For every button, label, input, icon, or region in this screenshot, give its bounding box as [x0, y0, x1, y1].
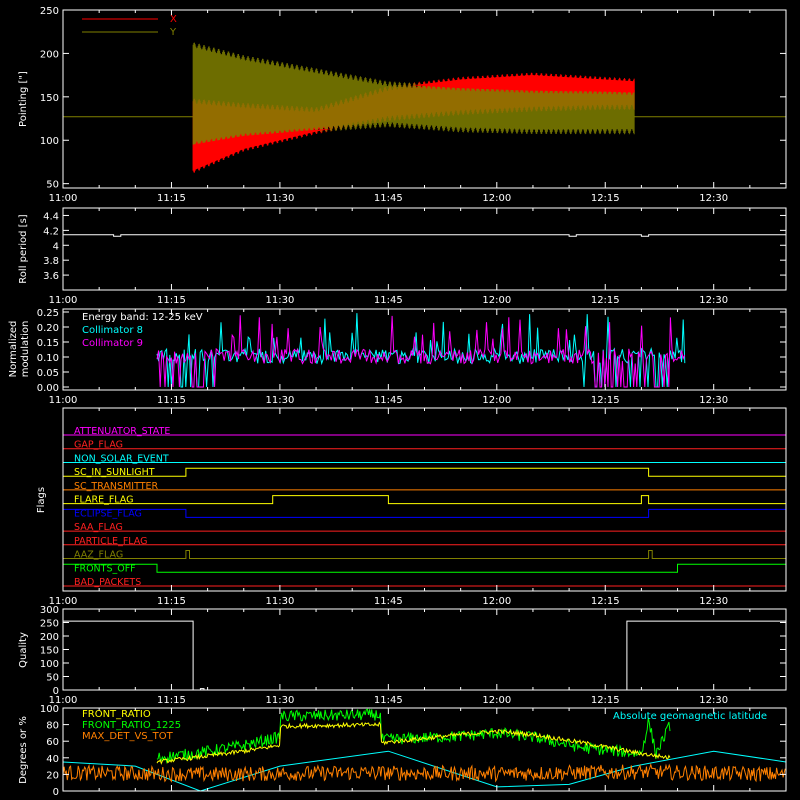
ytick-label: 60 [46, 737, 59, 748]
ytick-label: 250 [40, 6, 59, 17]
ytick-label: 4 [53, 241, 59, 252]
xtick-label: 11:45 [374, 596, 403, 607]
front-ratio-legend: FRONT_RATIO [82, 709, 151, 720]
modulation-ylabel-line1: Normalized [8, 321, 19, 378]
xtick-label: 11:45 [374, 395, 403, 406]
flag-label-non-solar-event: NON_SOLAR_EVENT [74, 453, 169, 464]
ytick-label: 50 [46, 673, 59, 684]
ytick-label: 80 [46, 721, 59, 732]
flag-label-eclipse-flag: ECLIPSE_FLAG [74, 508, 142, 519]
xtick-label: 12:00 [482, 695, 511, 706]
ytick-label: 40 [46, 754, 59, 765]
xtick-label: 11:45 [374, 695, 403, 706]
energy-band-label: Energy band: 12-25 keV [82, 312, 203, 323]
flag-label-gap-flag: GAP_FLAG [74, 440, 123, 451]
ytick-label: 0.15 [37, 338, 59, 349]
xtick-label: 11:30 [265, 695, 294, 706]
flag-label-particle-flag: PARTICLE_FLAG [74, 536, 147, 547]
ytick-label: 3.6 [43, 271, 59, 282]
xtick-label: 11:15 [157, 695, 186, 706]
ytick-label: 0.10 [37, 353, 59, 364]
flag-label-fronts-off: FRONTS_OFF [74, 563, 136, 574]
flag-label-flare-flag: FLARE_FLAG [74, 495, 134, 506]
ytick-label: 0.05 [37, 368, 59, 379]
ytick-label: 0.00 [37, 383, 59, 394]
ytick-label: 100 [40, 659, 59, 670]
xtick-label: 12:30 [699, 596, 728, 607]
ytick-label: 4.2 [43, 226, 59, 237]
legend-x-label: X [170, 14, 177, 25]
xtick-label: 11:30 [265, 193, 294, 204]
flags-ylabel: Flags [36, 487, 47, 513]
xtick-label: 11:00 [49, 295, 78, 306]
ratios-ylabel: Degrees or % [18, 716, 29, 784]
xtick-label: 11:30 [265, 395, 294, 406]
ytick-label: 0 [53, 787, 59, 798]
front-ratio-1225-legend: FRONT_RATIO_1225 [82, 720, 181, 731]
ytick-label: 150 [40, 93, 59, 104]
xtick-label: 11:15 [157, 596, 186, 607]
ytick-label: 150 [40, 646, 59, 657]
xtick-label: 12:30 [699, 695, 728, 706]
quality-ylabel: Quality [18, 632, 29, 668]
flag-label-aaz-flag: AAZ_FLAG [74, 550, 123, 561]
xtick-label: 12:00 [482, 596, 511, 607]
ytick-label: 50 [46, 180, 59, 191]
flag-label-sc-in-sunlight: SC_IN_SUNLIGHT [74, 467, 155, 478]
flag-label-attenuator-state: ATTENUATOR_STATE [74, 426, 170, 437]
collimator-8-legend: Collimator 8 [82, 325, 143, 336]
xtick-label: 12:15 [591, 295, 620, 306]
ytick-label: 200 [40, 49, 59, 60]
ytick-label: 200 [40, 632, 59, 643]
xtick-label: 11:30 [265, 596, 294, 607]
pointing-ylabel: Pointing ["] [18, 71, 29, 127]
xtick-label: 11:45 [374, 193, 403, 204]
roll-ylabel: Roll period [s] [18, 214, 29, 283]
ytick-label: 300 [40, 605, 59, 616]
legend-y-label: Y [169, 27, 177, 38]
xtick-label: 11:45 [374, 295, 403, 306]
xtick-label: 12:30 [699, 395, 728, 406]
max-det-legend: MAX_DET_VS_TOT [82, 731, 174, 742]
ytick-label: 4.4 [43, 211, 59, 222]
ytick-label: 100 [40, 136, 59, 147]
xtick-label: 12:15 [591, 193, 620, 204]
flag-label-bad-packets: BAD_PACKETS [74, 577, 141, 588]
ytick-label: 3.8 [43, 256, 59, 267]
xtick-label: 12:00 [482, 193, 511, 204]
flag-label-sc-transmitter: SC_TRANSMITTER [74, 481, 159, 492]
ytick-label: 250 [40, 619, 59, 630]
xtick-label: 12:00 [482, 395, 511, 406]
xtick-label: 12:00 [482, 295, 511, 306]
ytick-label: 20 [46, 770, 59, 781]
xtick-label: 11:15 [157, 395, 186, 406]
ytick-label: 0.20 [37, 323, 59, 334]
collimator-9-legend: Collimator 9 [82, 338, 143, 349]
xtick-label: 12:30 [699, 193, 728, 204]
geomag-legend: Absolute geomagnetic latitude [613, 711, 767, 722]
xtick-label: 11:00 [49, 193, 78, 204]
xtick-label: 12:15 [591, 596, 620, 607]
xtick-label: 11:00 [49, 395, 78, 406]
ytick-label: 100 [40, 704, 59, 715]
flag-label-saa-flag: SAA_FLAG [74, 522, 123, 533]
xtick-label: 11:15 [157, 193, 186, 204]
xtick-label: 11:15 [157, 295, 186, 306]
xtick-label: 11:30 [265, 295, 294, 306]
xtick-label: 12:15 [591, 395, 620, 406]
hessi-quicklook-figure: 50100150200250 11:00 11:15 11:30 11:45 12:00… [0, 0, 800, 800]
xtick-label: 12:15 [591, 695, 620, 706]
modulation-ylabel-line2: modulation [20, 321, 31, 378]
ytick-label: 0.25 [37, 308, 59, 319]
xtick-label: 12:30 [699, 295, 728, 306]
